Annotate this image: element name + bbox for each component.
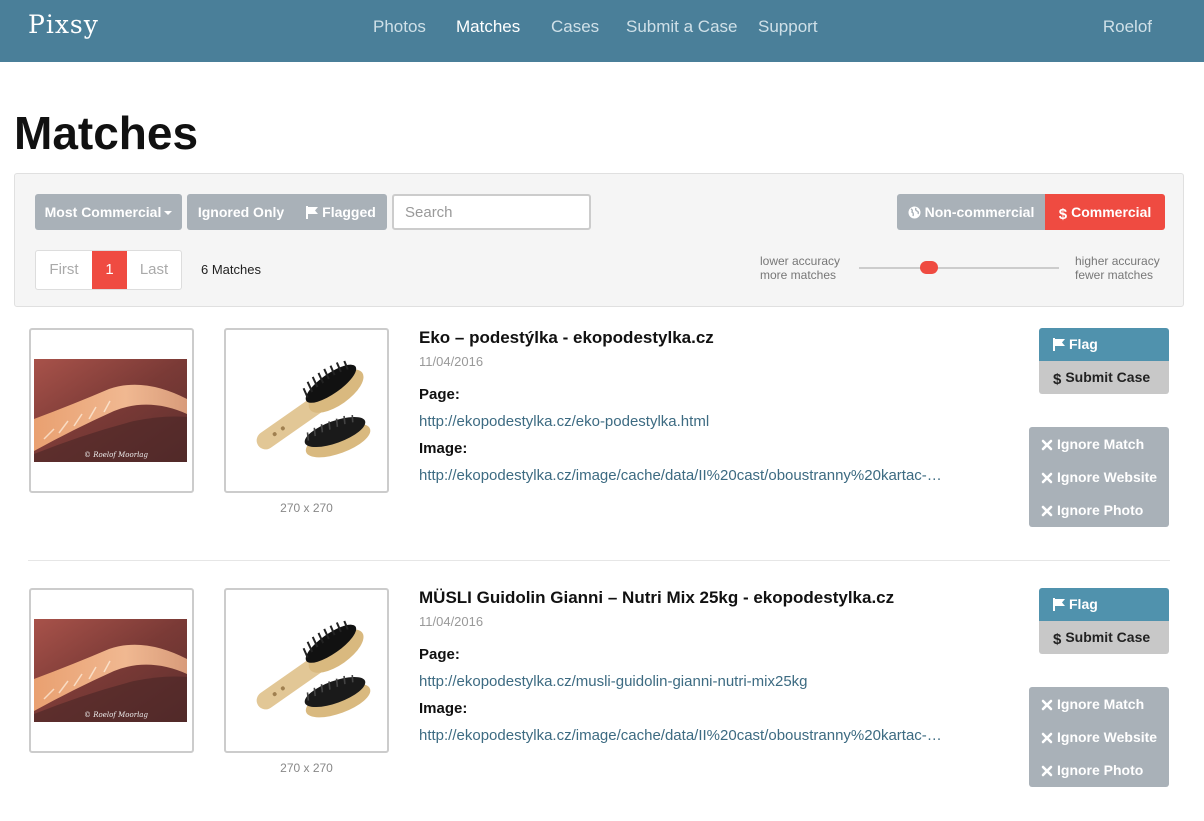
submit-case-label: Submit Case	[1065, 629, 1151, 645]
accuracy-low-line1: lower accuracy	[760, 254, 841, 268]
match-date: 11/04/2016	[419, 354, 484, 369]
top-navbar: Pixsy Photos Matches Cases Submit a Case…	[0, 0, 1204, 62]
ignore-actions: Ignore Match Ignore Website Ignore Photo	[1029, 687, 1169, 787]
flag-icon	[1053, 598, 1065, 611]
accuracy-high-label: higher accuracy fewer matches	[1075, 254, 1160, 282]
ignore-match-label: Ignore Match	[1057, 436, 1145, 452]
match-thumbnail[interactable]	[224, 328, 389, 493]
brush-product-image	[256, 360, 371, 458]
close-icon	[1041, 765, 1053, 777]
pixsy-logo[interactable]: Pixsy	[28, 10, 99, 39]
user-menu[interactable]: Roelof	[1103, 17, 1152, 37]
globe-icon	[908, 206, 921, 219]
accuracy-slider-handle[interactable]	[920, 261, 938, 274]
photo-watermark: © Roelof Moorlag	[84, 451, 148, 459]
ignored-only-button[interactable]: Ignored Only	[187, 194, 295, 230]
match-title: MÜSLI Guidolin Gianni – Nutri Mix 25kg -…	[419, 588, 895, 607]
match-count: 6 Matches	[201, 262, 261, 277]
ignore-photo-label: Ignore Photo	[1057, 762, 1144, 778]
match-thumbnail[interactable]	[224, 588, 389, 753]
row-divider	[28, 560, 1170, 561]
flag-label: Flag	[1069, 336, 1098, 352]
ignore-website-button[interactable]: Ignore Website	[1041, 469, 1157, 485]
your-photo-thumbnail[interactable]: © Roelof Moorlag	[29, 588, 194, 753]
noncommercial-label: Non-commercial	[924, 204, 1035, 220]
close-icon	[1041, 699, 1053, 711]
page-label: Page:	[419, 646, 460, 663]
pager-last[interactable]: Last	[127, 251, 181, 289]
page-url-link[interactable]: http://ekopodestylka.cz/musli-guidolin-g…	[419, 673, 808, 690]
flag-label: Flag	[1069, 596, 1098, 612]
image-dimensions: 270 x 270	[280, 501, 333, 515]
ignore-website-label: Ignore Website	[1057, 469, 1158, 485]
nav-support[interactable]: Support	[758, 17, 818, 37]
commercial-button[interactable]: $ Commercial	[1045, 194, 1165, 230]
ignore-photo-label: Ignore Photo	[1057, 502, 1144, 518]
close-icon	[1041, 472, 1053, 484]
search-input[interactable]	[392, 194, 591, 230]
image-dimensions: 270 x 270	[280, 761, 333, 775]
dollar-icon: $	[1053, 631, 1062, 648]
ignore-photo-button[interactable]: Ignore Photo	[1041, 762, 1143, 778]
nav-matches[interactable]: Matches	[456, 17, 520, 37]
pager-current-page[interactable]: 1	[92, 251, 127, 289]
image-label: Image:	[419, 440, 468, 457]
mushroom-photo: © Roelof Moorlag	[34, 359, 187, 462]
submit-case-label: Submit Case	[1065, 369, 1151, 385]
match-title: Eko – podestýlka - ekopodestylka.cz	[419, 328, 714, 347]
nav-cases[interactable]: Cases	[551, 17, 599, 37]
mushroom-photo: © Roelof Moorlag	[34, 619, 187, 722]
your-photo-thumbnail[interactable]: © Roelof Moorlag	[29, 328, 194, 493]
pagination: First 1 Last	[35, 250, 182, 290]
page-label: Page:	[419, 386, 460, 403]
image-url-link[interactable]: http://ekopodestylka.cz/image/cache/data…	[419, 727, 942, 744]
image-label: Image:	[419, 700, 468, 717]
accuracy-high-line1: higher accuracy	[1075, 254, 1160, 268]
nav-submit-case[interactable]: Submit a Case	[626, 17, 738, 37]
page-url-link[interactable]: http://ekopodestylka.cz/eko-podestylka.h…	[419, 413, 709, 430]
noncommercial-button[interactable]: Non-commercial	[897, 194, 1045, 230]
filter-panel: Most Commercial Ignored Only Flagged Non…	[14, 173, 1184, 307]
sort-label: Most Commercial	[44, 204, 162, 220]
dollar-icon: $	[1058, 206, 1068, 223]
nav-photos[interactable]: Photos	[373, 17, 426, 37]
submit-case-button[interactable]: $ Submit Case	[1039, 361, 1169, 394]
accuracy-slider-track[interactable]	[859, 267, 1059, 269]
caret-down-icon	[164, 211, 173, 216]
close-icon	[1041, 505, 1053, 517]
close-icon	[1041, 732, 1053, 744]
match-date: 11/04/2016	[419, 614, 484, 629]
photo-watermark: © Roelof Moorlag	[84, 711, 148, 719]
pager-first[interactable]: First	[36, 251, 92, 289]
ignore-match-button[interactable]: Ignore Match	[1041, 436, 1144, 452]
ignore-match-button[interactable]: Ignore Match	[1041, 696, 1144, 712]
accuracy-low-line2: more matches	[760, 268, 837, 282]
flagged-label: Flagged	[322, 204, 376, 220]
ignore-match-label: Ignore Match	[1057, 696, 1145, 712]
ignore-website-button[interactable]: Ignore Website	[1041, 729, 1157, 745]
close-icon	[1041, 439, 1053, 451]
ignore-photo-button[interactable]: Ignore Photo	[1041, 502, 1143, 518]
submit-case-button[interactable]: $ Submit Case	[1039, 621, 1169, 654]
flag-button[interactable]: Flag	[1039, 328, 1169, 361]
dollar-icon: $	[1053, 371, 1062, 388]
sort-dropdown[interactable]: Most Commercial	[35, 194, 182, 230]
flag-button[interactable]: Flag	[1039, 588, 1169, 621]
image-url-link[interactable]: http://ekopodestylka.cz/image/cache/data…	[419, 467, 942, 484]
flag-icon	[306, 206, 319, 219]
page-title: Matches	[14, 107, 199, 159]
accuracy-high-line2: fewer matches	[1075, 268, 1154, 282]
brush-product-image	[256, 620, 371, 718]
accuracy-low-label: lower accuracy more matches	[760, 254, 840, 282]
commercial-label: Commercial	[1071, 204, 1152, 220]
flagged-button[interactable]: Flagged	[295, 194, 387, 230]
ignore-website-label: Ignore Website	[1057, 729, 1158, 745]
ignore-actions: Ignore Match Ignore Website Ignore Photo	[1029, 427, 1169, 527]
flag-icon	[1053, 338, 1065, 351]
